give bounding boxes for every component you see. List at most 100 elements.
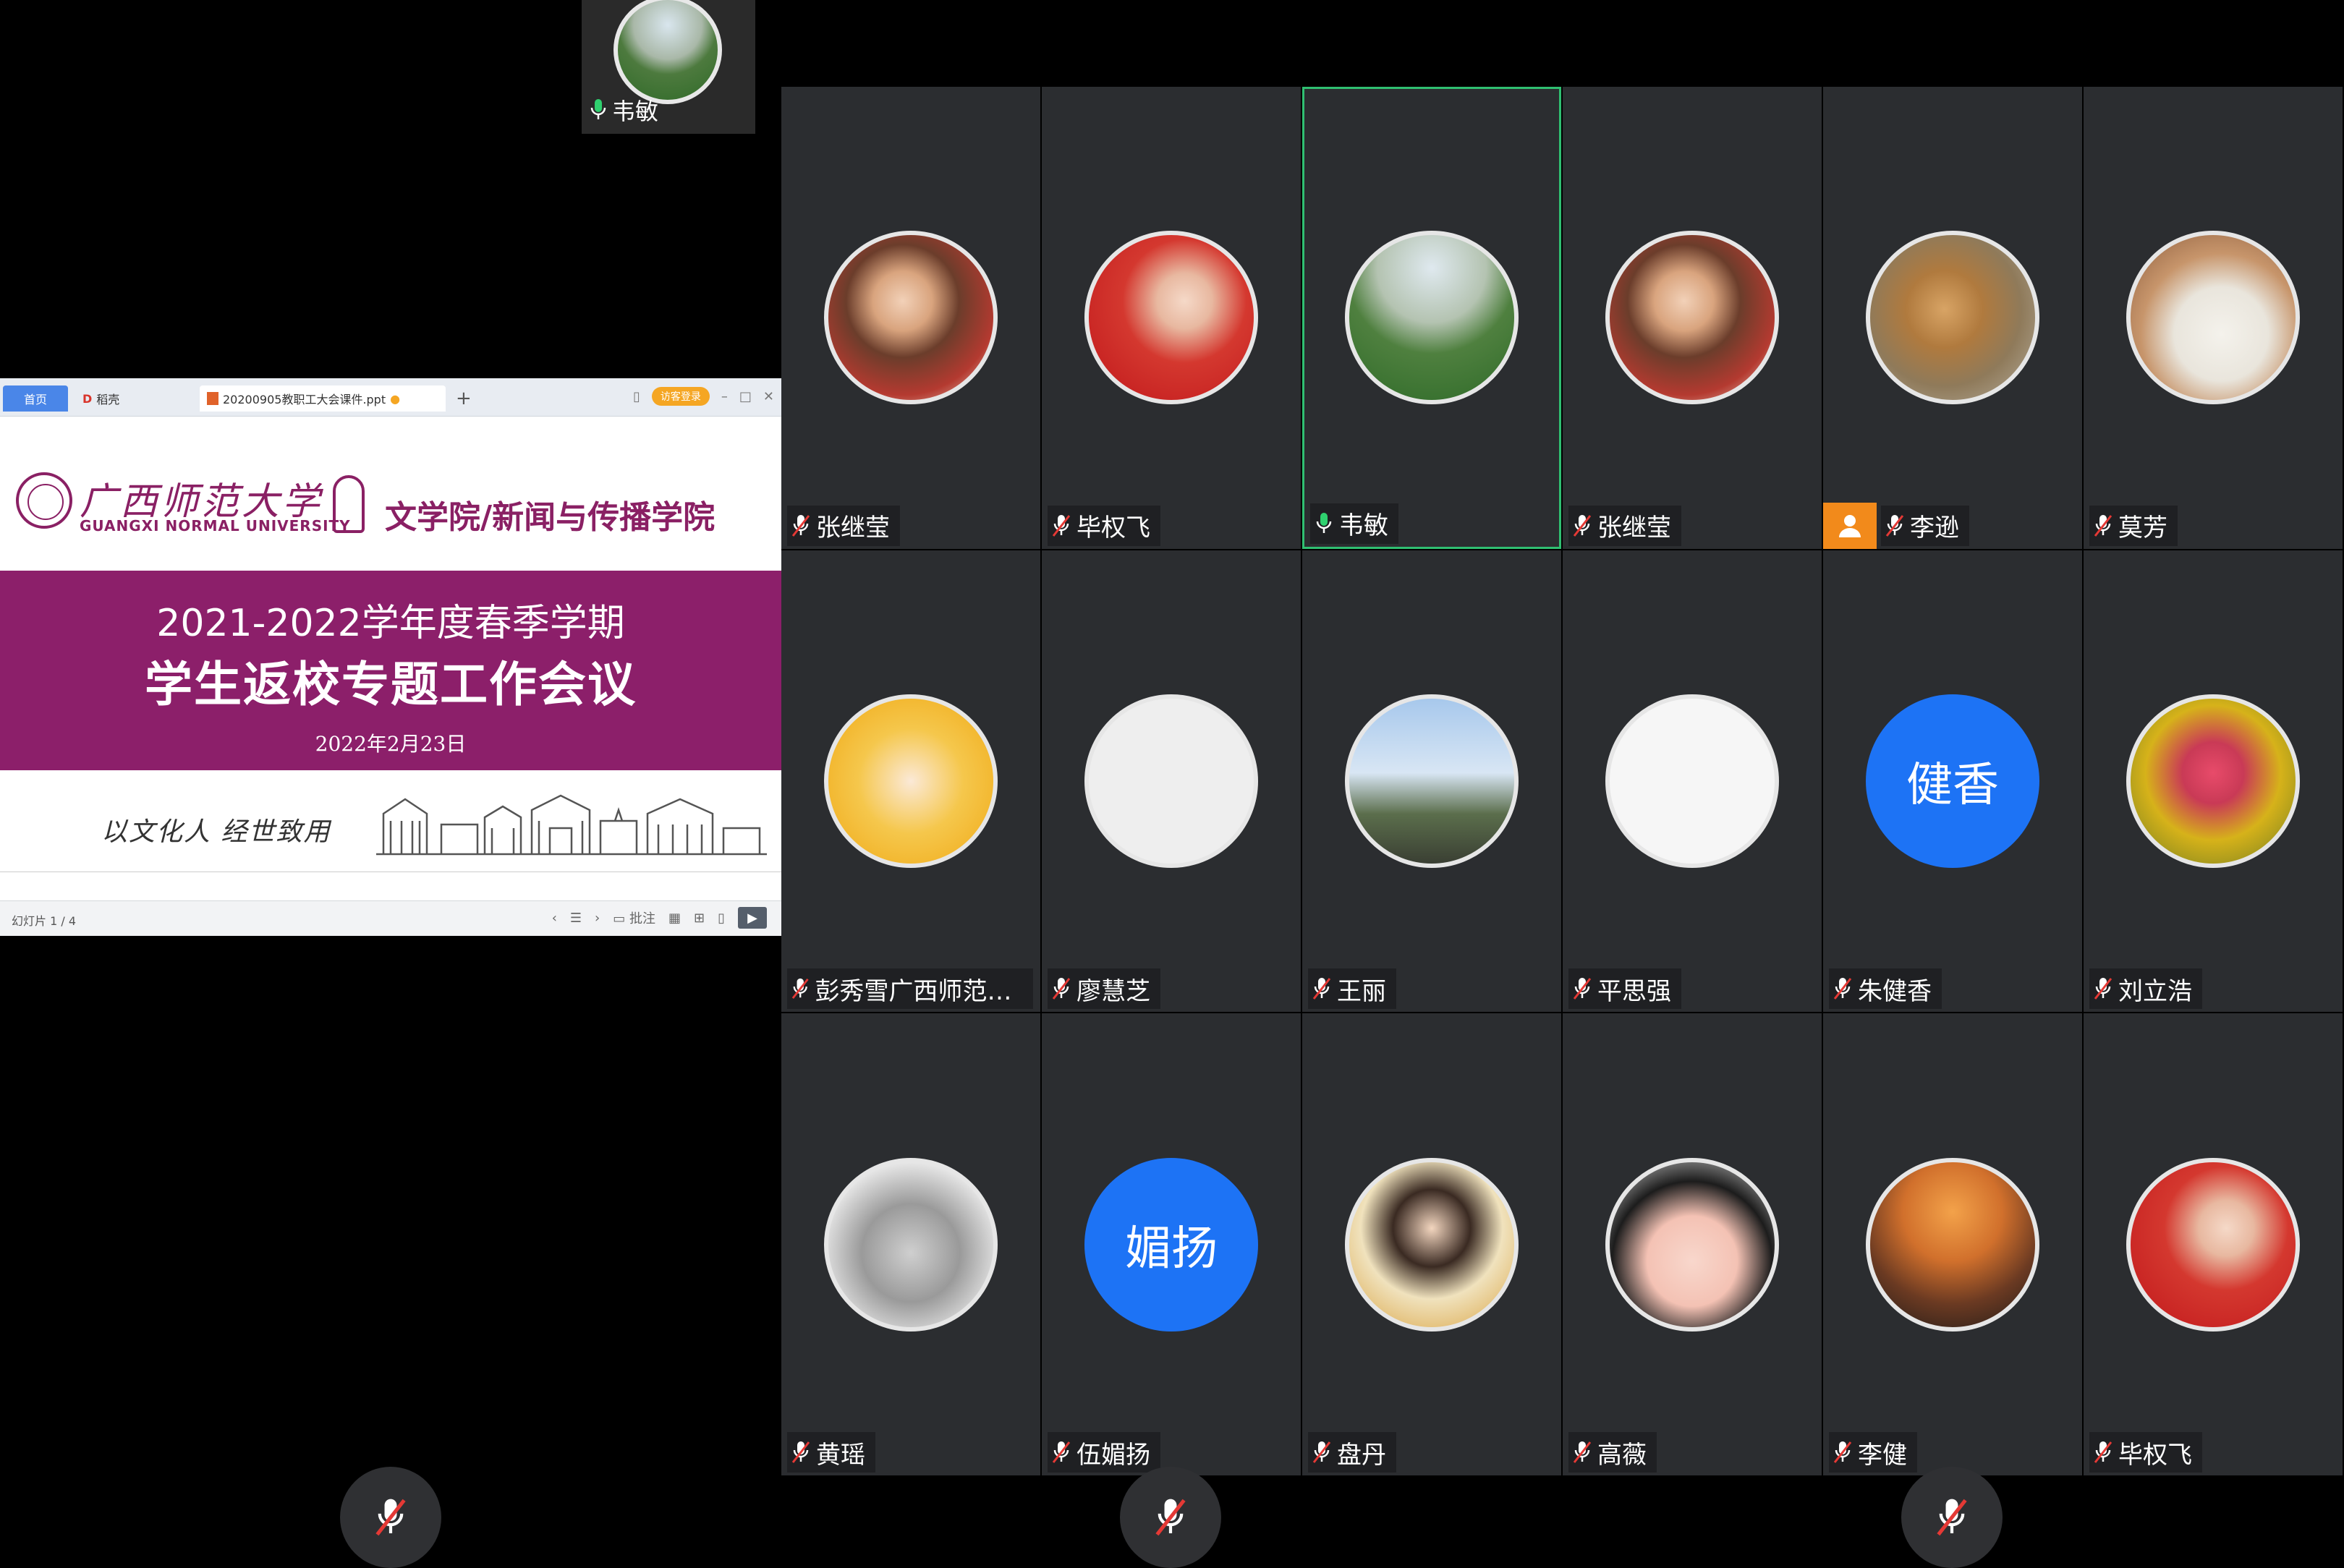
play-slideshow-button[interactable]: ▶ [738,907,767,929]
participant-name: 高薇 [1597,1440,1647,1470]
avatar [1345,231,1519,405]
participant-tile[interactable]: 健香朱健香 [1823,550,2082,1013]
notes-label: 批注 [629,911,655,926]
tab-dot-icon: ● [390,391,401,406]
participant-tile[interactable]: 盘丹 [1302,1013,1561,1475]
mic-muted-icon [1937,1499,1967,1536]
avatar [2126,694,2300,868]
avatar [824,694,998,868]
mic-muted-button[interactable] [1901,1467,2003,1568]
active-speaker-thumbnail[interactable]: 韦敏 [582,0,755,134]
slide-title: 学生返校专题工作会议 [145,657,637,712]
participant-tile[interactable]: 李健 [1823,1013,2082,1475]
mic-muted-icon [1573,978,1592,1000]
text-avatar: 健香 [1866,694,2039,868]
avatar [1345,694,1519,868]
avatar [824,231,998,405]
mic-muted-icon [2094,978,2112,1000]
mic-muted-icon [791,1441,810,1463]
participant-tile[interactable]: 张继莹 [1563,87,1822,549]
avatar [1345,1157,1519,1331]
participant-tile[interactable]: 平思强 [1563,550,1822,1013]
slide-slogan: 以文化人 经世致用 [101,817,331,847]
avatar [1084,231,1258,405]
participant-tile[interactable]: 廖慧芝 [1042,550,1301,1013]
mic-muted-icon [1155,1499,1186,1536]
participant-name: 张继莹 [816,514,890,543]
avatar [824,1157,998,1331]
participant-tile[interactable]: 毕权飞 [1042,87,1301,549]
normal-view-icon[interactable]: ▦ [668,911,681,926]
participant-tile[interactable]: 王丽 [1302,550,1561,1013]
participant-tile[interactable]: 高薇 [1563,1013,1822,1475]
participant-name-label: 平思强 [1568,968,1681,1010]
sorter-view-icon[interactable]: ⊞ [694,911,705,926]
reading-view-icon[interactable]: ▯ [718,911,725,926]
participant-tile[interactable]: 张继莹 [781,87,1040,549]
participant-name: 朱健香 [1858,976,1932,1006]
mic-on-icon [1316,512,1332,533]
mic-muted-icon [1052,514,1071,537]
mic-muted-button[interactable] [340,1467,441,1568]
tab-ppt-file[interactable]: 20200905教职工大会课件.ppt ● [200,385,446,412]
college-logo-icon [333,475,365,533]
maximize-icon[interactable]: □ [739,389,752,404]
speaker-avatar [613,0,722,104]
participant-name-label: 高薇 [1568,1432,1657,1473]
tab-docer-label: 稻壳 [96,393,120,406]
participant-grid: 张继莹 毕权飞 韦敏 张继莹 李逊 莫芳 彭秀雪广西师范大学 廖慧芝 王丽 平思强 健香 朱健香 刘立浩… [781,87,2344,1475]
participant-tile[interactable]: 李逊 [1823,87,2082,549]
avatar [2126,231,2300,405]
participant-tile[interactable]: 黄瑶 [781,1013,1040,1475]
participant-tile[interactable]: 韦敏 [1302,87,1561,549]
tab-home[interactable]: 首页 [3,385,68,412]
participant-name-label: 毕权飞 [1048,505,1160,546]
mic-muted-icon [1833,978,1852,1000]
participant-name: 韦敏 [1339,511,1388,541]
next-slide-icon[interactable]: › [595,911,600,926]
participant-name: 毕权飞 [1077,514,1150,543]
mic-muted-icon [1833,1441,1852,1463]
participant-tile[interactable]: 毕权飞 [2084,1013,2343,1475]
participant-name-label: 莫芳 [2089,505,2178,546]
participant-name-label: 张继莹 [1568,505,1681,546]
slide-date: 2022年2月23日 [315,732,467,756]
minimize-icon[interactable]: – [721,389,728,404]
participant-tile[interactable]: 刘立浩 [2084,550,2343,1013]
mic-on-icon [590,99,606,119]
text-avatar: 媚扬 [1084,1157,1258,1331]
mic-muted-icon [1573,514,1592,537]
new-tab-button[interactable]: + [449,385,477,412]
avatar [1084,694,1258,868]
shared-screen-window[interactable]: 首页 D 稻壳 20200905教职工大会课件.ppt ● + ▯ 访客登录 –… [0,378,781,936]
slide-list-icon[interactable]: ☰ [570,911,582,926]
tab-docer[interactable]: D 稻壳 [75,385,191,412]
participant-name: 彭秀雪广西师范大学 [815,976,1023,1006]
mic-muted-button[interactable] [1120,1467,1221,1568]
participant-name: 莫芳 [2118,514,2167,543]
speaker-name: 韦敏 [612,98,659,125]
notes-button[interactable]: ▭ 批注 [613,908,655,927]
participant-tile[interactable]: 媚扬伍媚扬 [1042,1013,1301,1475]
participant-name: 王丽 [1337,976,1386,1006]
participant-name-label: 李逊 [1881,505,1969,546]
participant-tile[interactable]: 彭秀雪广西师范大学 [781,550,1040,1013]
layout-icon[interactable]: ▯ [633,389,640,404]
university-name-en: GUANGXI NORMAL UNIVERSITY [80,517,351,534]
prev-slide-icon[interactable]: ‹ [552,911,557,926]
close-icon[interactable]: ✕ [763,389,774,404]
guest-login-button[interactable]: 访客登录 [651,387,710,406]
participant-tile[interactable]: 莫芳 [2084,87,2343,549]
slide-counter: 幻灯片 1 / 4 [12,914,77,928]
participant-name: 黄瑶 [816,1440,865,1470]
participant-name: 李逊 [1910,514,1959,543]
participant-name: 盘丹 [1337,1440,1386,1470]
mic-muted-icon [1052,1441,1071,1463]
avatar [2126,1157,2300,1331]
participant-name: 伍媚扬 [1077,1440,1150,1470]
participant-name: 张继莹 [1597,514,1671,543]
avatar [1605,694,1779,868]
mic-muted-icon [2094,1441,2112,1463]
participant-name: 刘立浩 [2118,976,2192,1006]
university-seal-icon [16,472,72,529]
